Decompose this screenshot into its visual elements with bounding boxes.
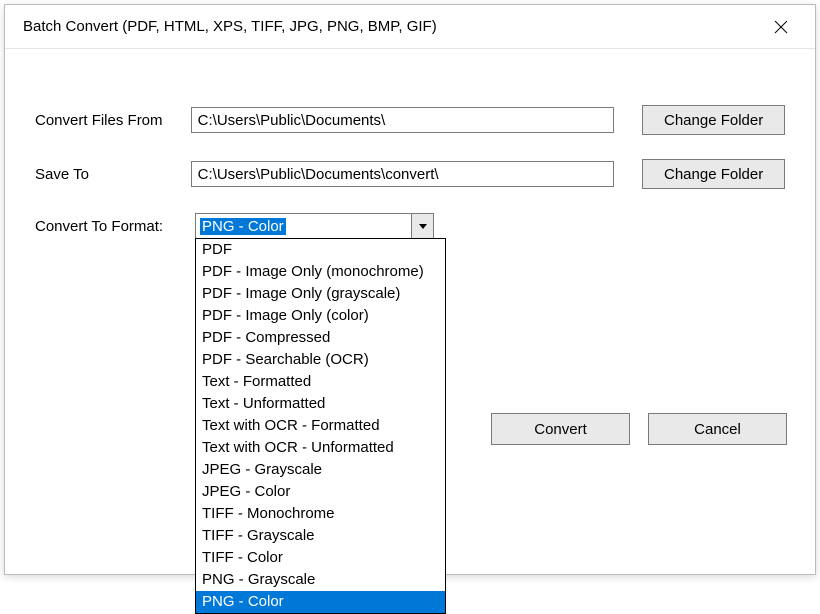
format-option[interactable]: JPEG - Color (196, 481, 445, 503)
format-option[interactable]: Text - Unformatted (196, 393, 445, 415)
label-save-to: Save To (35, 166, 191, 183)
row-convert-from: Convert Files From Change Folder (35, 105, 785, 135)
row-save-to: Save To Change Folder (35, 159, 785, 189)
row-format: Convert To Format: PNG - Color PDFPDF - … (35, 213, 785, 239)
cancel-button[interactable]: Cancel (648, 413, 787, 445)
format-option[interactable]: TIFF - Monochrome (196, 503, 445, 525)
dialog-window: Batch Convert (PDF, HTML, XPS, TIFF, JPG… (4, 4, 816, 575)
chevron-down-icon (419, 224, 427, 229)
format-option[interactable]: JPEG - Grayscale (196, 459, 445, 481)
format-combo-wrapper: PNG - Color PDFPDF - Image Only (monochr… (195, 213, 434, 239)
format-option[interactable]: TIFF - Grayscale (196, 525, 445, 547)
label-convert-format: Convert To Format: (35, 218, 195, 235)
close-button[interactable] (761, 7, 801, 47)
format-option[interactable]: PDF - Image Only (color) (196, 305, 445, 327)
format-option[interactable]: PNG - Color (196, 591, 445, 613)
format-option[interactable]: Text with OCR - Formatted (196, 415, 445, 437)
label-convert-from: Convert Files From (35, 112, 191, 129)
format-option[interactable]: Text with OCR - Unformatted (196, 437, 445, 459)
format-selected-text: PNG - Color (200, 218, 286, 235)
convert-button[interactable]: Convert (491, 413, 630, 445)
window-title: Batch Convert (PDF, HTML, XPS, TIFF, JPG… (23, 18, 437, 35)
close-icon (774, 20, 788, 34)
change-folder-to-button[interactable]: Change Folder (642, 159, 785, 189)
format-option[interactable]: PDF - Image Only (grayscale) (196, 283, 445, 305)
input-save-to[interactable] (191, 161, 615, 187)
titlebar: Batch Convert (PDF, HTML, XPS, TIFF, JPG… (5, 5, 815, 49)
format-option[interactable]: PDF - Compressed (196, 327, 445, 349)
format-option[interactable]: TIFF - Color (196, 547, 445, 569)
format-option[interactable]: PNG - Grayscale (196, 569, 445, 591)
combo-arrow-button[interactable] (411, 214, 433, 238)
bottom-button-row: Convert Cancel (491, 413, 787, 445)
change-folder-from-button[interactable]: Change Folder (642, 105, 785, 135)
format-option[interactable]: PDF (196, 239, 445, 261)
format-option[interactable]: PDF - Searchable (OCR) (196, 349, 445, 371)
format-option[interactable]: Text - Formatted (196, 371, 445, 393)
input-convert-from[interactable] (191, 107, 615, 133)
format-selected-area: PNG - Color (196, 214, 411, 238)
dialog-content: Convert Files From Change Folder Save To… (5, 49, 815, 574)
format-option[interactable]: PDF - Image Only (monochrome) (196, 261, 445, 283)
format-dropdown-list[interactable]: PDFPDF - Image Only (monochrome)PDF - Im… (195, 238, 446, 614)
format-combobox[interactable]: PNG - Color (195, 213, 434, 239)
